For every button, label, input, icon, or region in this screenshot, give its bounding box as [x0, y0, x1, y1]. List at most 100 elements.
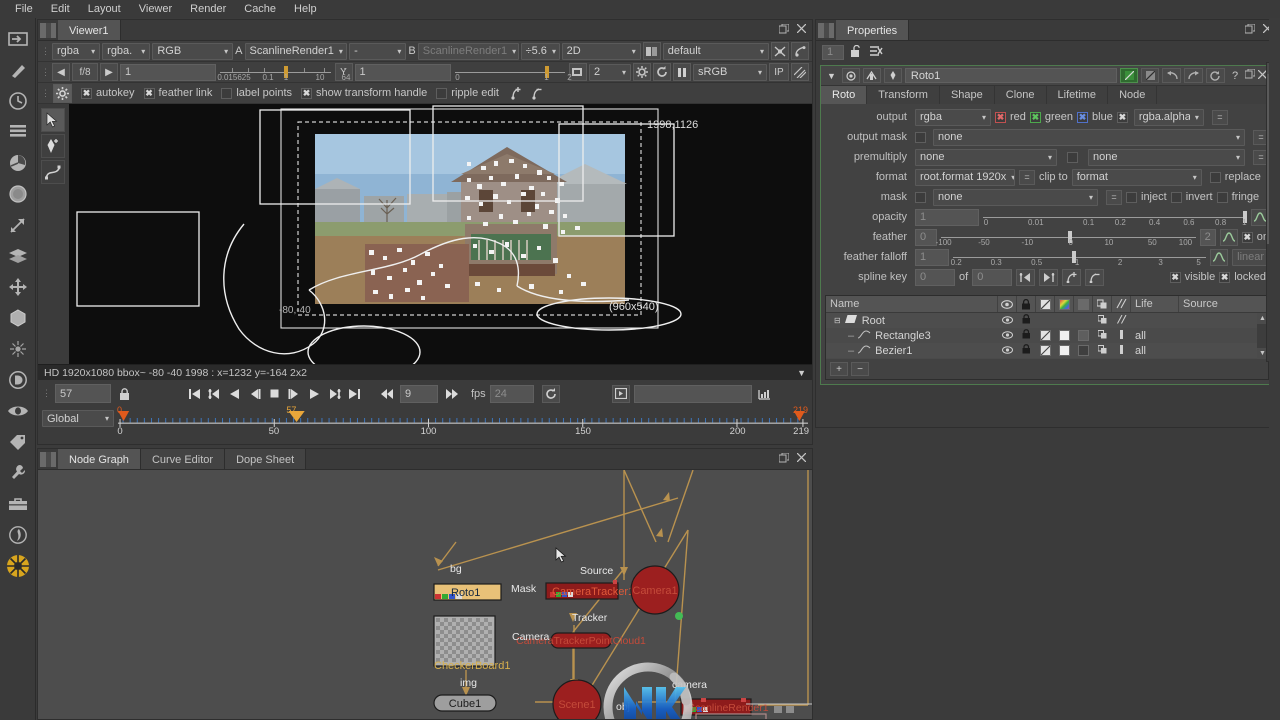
add-layer-button[interactable]: + [830, 362, 848, 376]
opacity-slider[interactable]: 0 0.01 0.1 0.2 0.4 0.6 0.8 1 [983, 208, 1247, 227]
gain-decrement-button[interactable]: ◀ [52, 63, 70, 81]
row-stroke-toggle[interactable] [1112, 344, 1131, 357]
table-row[interactable]: – Rectangle2 all [826, 358, 1268, 359]
key-next-icon[interactable] [1039, 268, 1059, 286]
row-color-swatch[interactable] [1055, 345, 1074, 356]
show-transform-handle-checkbox[interactable]: ✖ show transform handle [301, 87, 427, 99]
tab-transform[interactable]: Transform [867, 86, 940, 104]
row-alpha-toggle[interactable] [1074, 345, 1093, 356]
feather-falloff-slider[interactable]: 0.2 0.3 0.5 1 2 3 5 [951, 248, 1207, 267]
next-keyframe-icon[interactable] [325, 384, 344, 403]
autokey-checkbox[interactable]: ✖ autokey [81, 87, 135, 99]
spline-key-total[interactable]: 0 [972, 268, 1013, 286]
particles-icon[interactable] [3, 334, 33, 364]
falloff-curve-dropdown[interactable]: linear▾ [1232, 248, 1269, 266]
clock-icon[interactable] [3, 86, 33, 116]
float-icon[interactable] [1244, 68, 1256, 82]
play-forward-icon[interactable] [305, 384, 324, 403]
play-backward-icon[interactable] [225, 384, 244, 403]
fstop-button[interactable]: f/8 [72, 63, 98, 81]
app-right-scrollbar[interactable] [1269, 19, 1280, 428]
key-add-icon[interactable] [1062, 268, 1082, 286]
layer-dropdown[interactable]: RGB ▾ [152, 42, 234, 60]
playback-mode-icon[interactable] [611, 384, 630, 403]
eye-icon[interactable] [3, 396, 33, 426]
frame-range-input[interactable] [633, 384, 752, 403]
menu-item-viewer[interactable]: Viewer [130, 1, 181, 17]
roto-table-body[interactable]: ⊟ Root – Rectangle3 all – Bezier1 all ▲ … [826, 313, 1268, 359]
aperture-icon[interactable] [3, 551, 33, 581]
step-forward-icon[interactable] [285, 384, 304, 403]
tab-roto[interactable]: Roto [821, 86, 868, 104]
transform-move-icon[interactable] [3, 272, 33, 302]
menu-item-layout[interactable]: Layout [79, 1, 130, 17]
layers-icon[interactable] [3, 241, 33, 271]
panel-grip[interactable] [818, 23, 834, 38]
row-mask-toggle[interactable] [1036, 330, 1055, 341]
label-points-checkbox[interactable]: label points [221, 87, 292, 99]
bspline-icon[interactable] [40, 160, 65, 184]
deep-icon[interactable] [3, 365, 33, 395]
cube-icon[interactable] [3, 303, 33, 333]
node-graph-minimap[interactable] [774, 706, 794, 713]
premultiply-dropdown[interactable]: none ▾ [915, 148, 1057, 166]
gain-input[interactable]: 1 [120, 63, 216, 81]
panel-grip[interactable] [40, 23, 56, 38]
row-blend-toggle[interactable] [1093, 314, 1112, 327]
red-channel-checkbox[interactable]: ✖ [995, 111, 1006, 123]
proxy-scale-dropdown[interactable]: ÷5.6 ▾ [520, 42, 560, 60]
roi-icon[interactable] [642, 42, 661, 60]
menu-item-help[interactable]: Help [285, 1, 326, 17]
step-back-icon[interactable] [245, 384, 264, 403]
fast-forward-icon[interactable] [442, 384, 461, 403]
invert-checkbox[interactable] [1170, 191, 1182, 203]
spline-key-input[interactable]: 0 [915, 268, 955, 286]
output-mask-checkbox[interactable] [915, 131, 926, 143]
row-stroke-toggle[interactable] [1112, 314, 1131, 327]
row-lock-toggle[interactable] [1017, 344, 1036, 357]
input-b-dropdown[interactable]: ScanlineRender1 ▾ [417, 42, 519, 60]
collapse-triangle-icon[interactable]: ▼ [824, 71, 839, 81]
channel-a-dropdown[interactable]: rgba ▾ [52, 42, 101, 60]
menu-item-file[interactable]: File [6, 1, 42, 17]
fringe-checkbox[interactable] [1216, 191, 1228, 203]
color-pick-icon[interactable] [883, 68, 902, 83]
mask-link-icon[interactable] [862, 68, 881, 83]
green-channel-checkbox[interactable]: ✖ [1029, 111, 1041, 123]
gear-icon[interactable] [53, 83, 72, 103]
row-handle[interactable]: ⋮ [41, 46, 50, 57]
channel-b-dropdown[interactable]: rgba. ▾ [102, 42, 151, 60]
tag-icon[interactable] [3, 427, 33, 457]
row-blend-toggle[interactable] [1093, 329, 1112, 342]
gamma-input[interactable]: 1 [354, 63, 451, 81]
tab-node[interactable]: Node [1108, 86, 1158, 104]
refresh-settings-icon[interactable] [633, 63, 651, 81]
row-stroke-toggle[interactable] [1112, 329, 1131, 342]
menu-item-cache[interactable]: Cache [235, 1, 285, 17]
row-visibility-toggle[interactable] [998, 330, 1017, 342]
inject-checkbox[interactable] [1126, 191, 1137, 203]
row-handle[interactable]: ⋮ [41, 67, 50, 78]
tab-clone[interactable]: Clone [995, 86, 1047, 104]
gain-increment-button[interactable]: ▶ [100, 63, 118, 81]
select-tool-icon[interactable] [40, 108, 65, 132]
tab-dope-sheet[interactable]: Dope Sheet [225, 449, 307, 469]
output-mask-dropdown[interactable]: none ▾ [933, 128, 1245, 146]
viewer-canvas[interactable]: 1998,1126 (960x540) -80,-40 [69, 104, 812, 364]
feather-on-checkbox[interactable]: ✖ [1241, 231, 1253, 243]
key-previous-icon[interactable] [1016, 268, 1036, 286]
row-blend-toggle[interactable] [1093, 344, 1112, 357]
row-color-swatch[interactable] [1055, 330, 1074, 341]
gain-slider[interactable]: 0.015625 0.1 1 10 64 [217, 64, 350, 82]
skip-to-start-icon[interactable] [185, 384, 204, 403]
remove-layer-button[interactable]: − [851, 362, 869, 376]
row-visibility-toggle[interactable] [998, 345, 1017, 357]
node-name-input[interactable]: Roto1 [904, 68, 1117, 83]
ip-button[interactable]: IP [769, 63, 789, 81]
colorspace-dropdown[interactable]: sRGB ▾ [693, 63, 767, 81]
row-handle[interactable]: ⋮ [41, 88, 50, 99]
close-icon[interactable] [796, 23, 807, 36]
bezier-pen-icon[interactable] [40, 134, 65, 158]
menu-item-render[interactable]: Render [181, 1, 235, 17]
feather-input[interactable]: 0 [915, 228, 937, 246]
